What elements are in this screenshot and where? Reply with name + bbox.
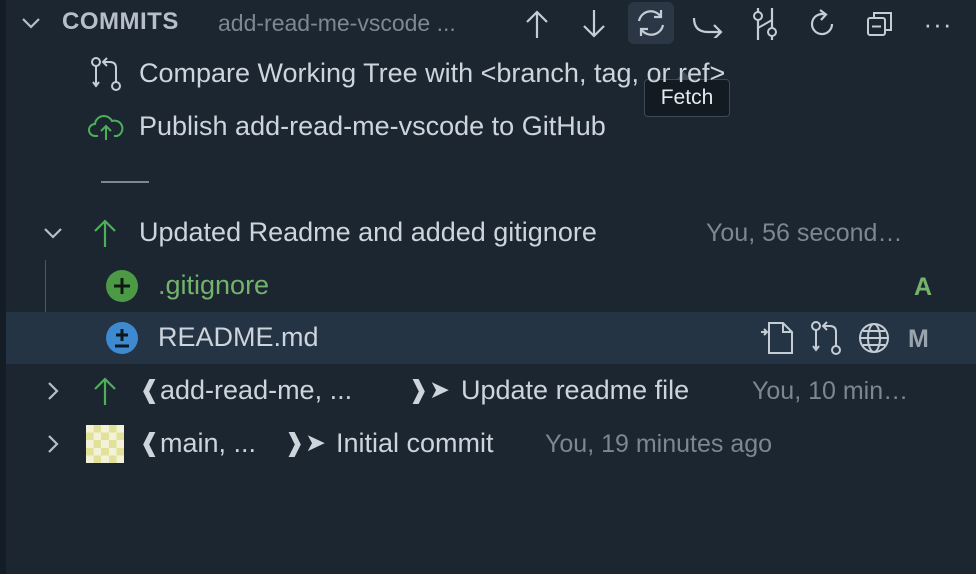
commit-meta: You, 56 second… bbox=[706, 219, 903, 247]
arrow-up-icon[interactable] bbox=[517, 4, 557, 44]
publish-label: Publish add-read-me-vscode to GitHub bbox=[139, 111, 606, 141]
commit-message: Initial commit bbox=[336, 428, 494, 458]
commit-message: Update readme file bbox=[461, 375, 690, 405]
file-item-readme[interactable]: README.md M bbox=[6, 312, 976, 364]
commit-item[interactable]: Updated Readme and added gitignore You, … bbox=[6, 207, 976, 259]
sync-icon[interactable] bbox=[628, 2, 674, 44]
commit-meta: You, 10 min… bbox=[752, 377, 909, 405]
commit-message: Updated Readme and added gitignore bbox=[139, 217, 597, 247]
globe-icon[interactable] bbox=[857, 321, 891, 355]
file-name: README.md bbox=[158, 322, 319, 352]
branch-compare-icon[interactable] bbox=[745, 4, 785, 44]
file-modified-icon bbox=[104, 320, 140, 356]
avatar bbox=[86, 425, 124, 463]
collapse-all-icon[interactable] bbox=[860, 4, 900, 44]
chevron-down-icon[interactable] bbox=[18, 10, 44, 36]
refs-close-glyph: ❱➤ bbox=[284, 429, 326, 457]
compare-changes-icon bbox=[88, 56, 124, 92]
file-status-added: A bbox=[914, 273, 933, 301]
commits-header[interactable]: COMMITS add-read-me-vscode ... ··· bbox=[6, 0, 976, 46]
compare-working-tree-action[interactable]: Compare Working Tree with <branch, tag, … bbox=[6, 48, 976, 100]
commit-refs: main, ... bbox=[160, 428, 257, 458]
section-title: COMMITS bbox=[62, 8, 179, 35]
open-file-icon[interactable] bbox=[758, 320, 796, 356]
chevron-right-icon[interactable] bbox=[40, 431, 66, 457]
compare-label: Compare Working Tree with <branch, tag, … bbox=[139, 58, 726, 88]
refresh-icon[interactable] bbox=[802, 4, 842, 44]
arrow-up-icon bbox=[90, 375, 120, 407]
file-added-icon bbox=[104, 268, 140, 304]
refs-open-glyph: ❰ bbox=[139, 429, 160, 457]
file-name: .gitignore bbox=[158, 270, 270, 300]
separator bbox=[101, 181, 149, 183]
commit-refs: add-read-me, ... bbox=[160, 375, 353, 405]
arrow-down-icon[interactable] bbox=[574, 4, 614, 44]
compare-changes-icon[interactable] bbox=[808, 320, 844, 356]
chevron-down-icon[interactable] bbox=[40, 220, 66, 246]
cloud-upload-icon bbox=[88, 111, 124, 143]
commit-meta: You, 19 minutes ago bbox=[545, 430, 773, 458]
branch-name: add-read-me-vscode ... bbox=[218, 10, 456, 36]
chevron-right-icon[interactable] bbox=[40, 378, 66, 404]
commit-item[interactable]: ❰ main, ... ❱➤ Initial commit You, 19 mi… bbox=[6, 418, 976, 470]
forward-icon[interactable] bbox=[688, 4, 728, 44]
file-item-gitignore[interactable]: .gitignore A bbox=[6, 260, 976, 312]
refs-open-glyph: ❰ bbox=[139, 376, 160, 404]
arrow-up-icon bbox=[90, 217, 120, 249]
publish-branch-action[interactable]: Publish add-read-me-vscode to GitHub bbox=[6, 101, 976, 153]
file-status-modified: M bbox=[908, 325, 929, 353]
commit-item[interactable]: ❰ add-read-me, ... ❱➤ Update readme file… bbox=[6, 365, 976, 417]
refs-close-glyph: ❱➤ bbox=[408, 376, 450, 404]
more-icon[interactable]: ··· bbox=[918, 4, 958, 44]
